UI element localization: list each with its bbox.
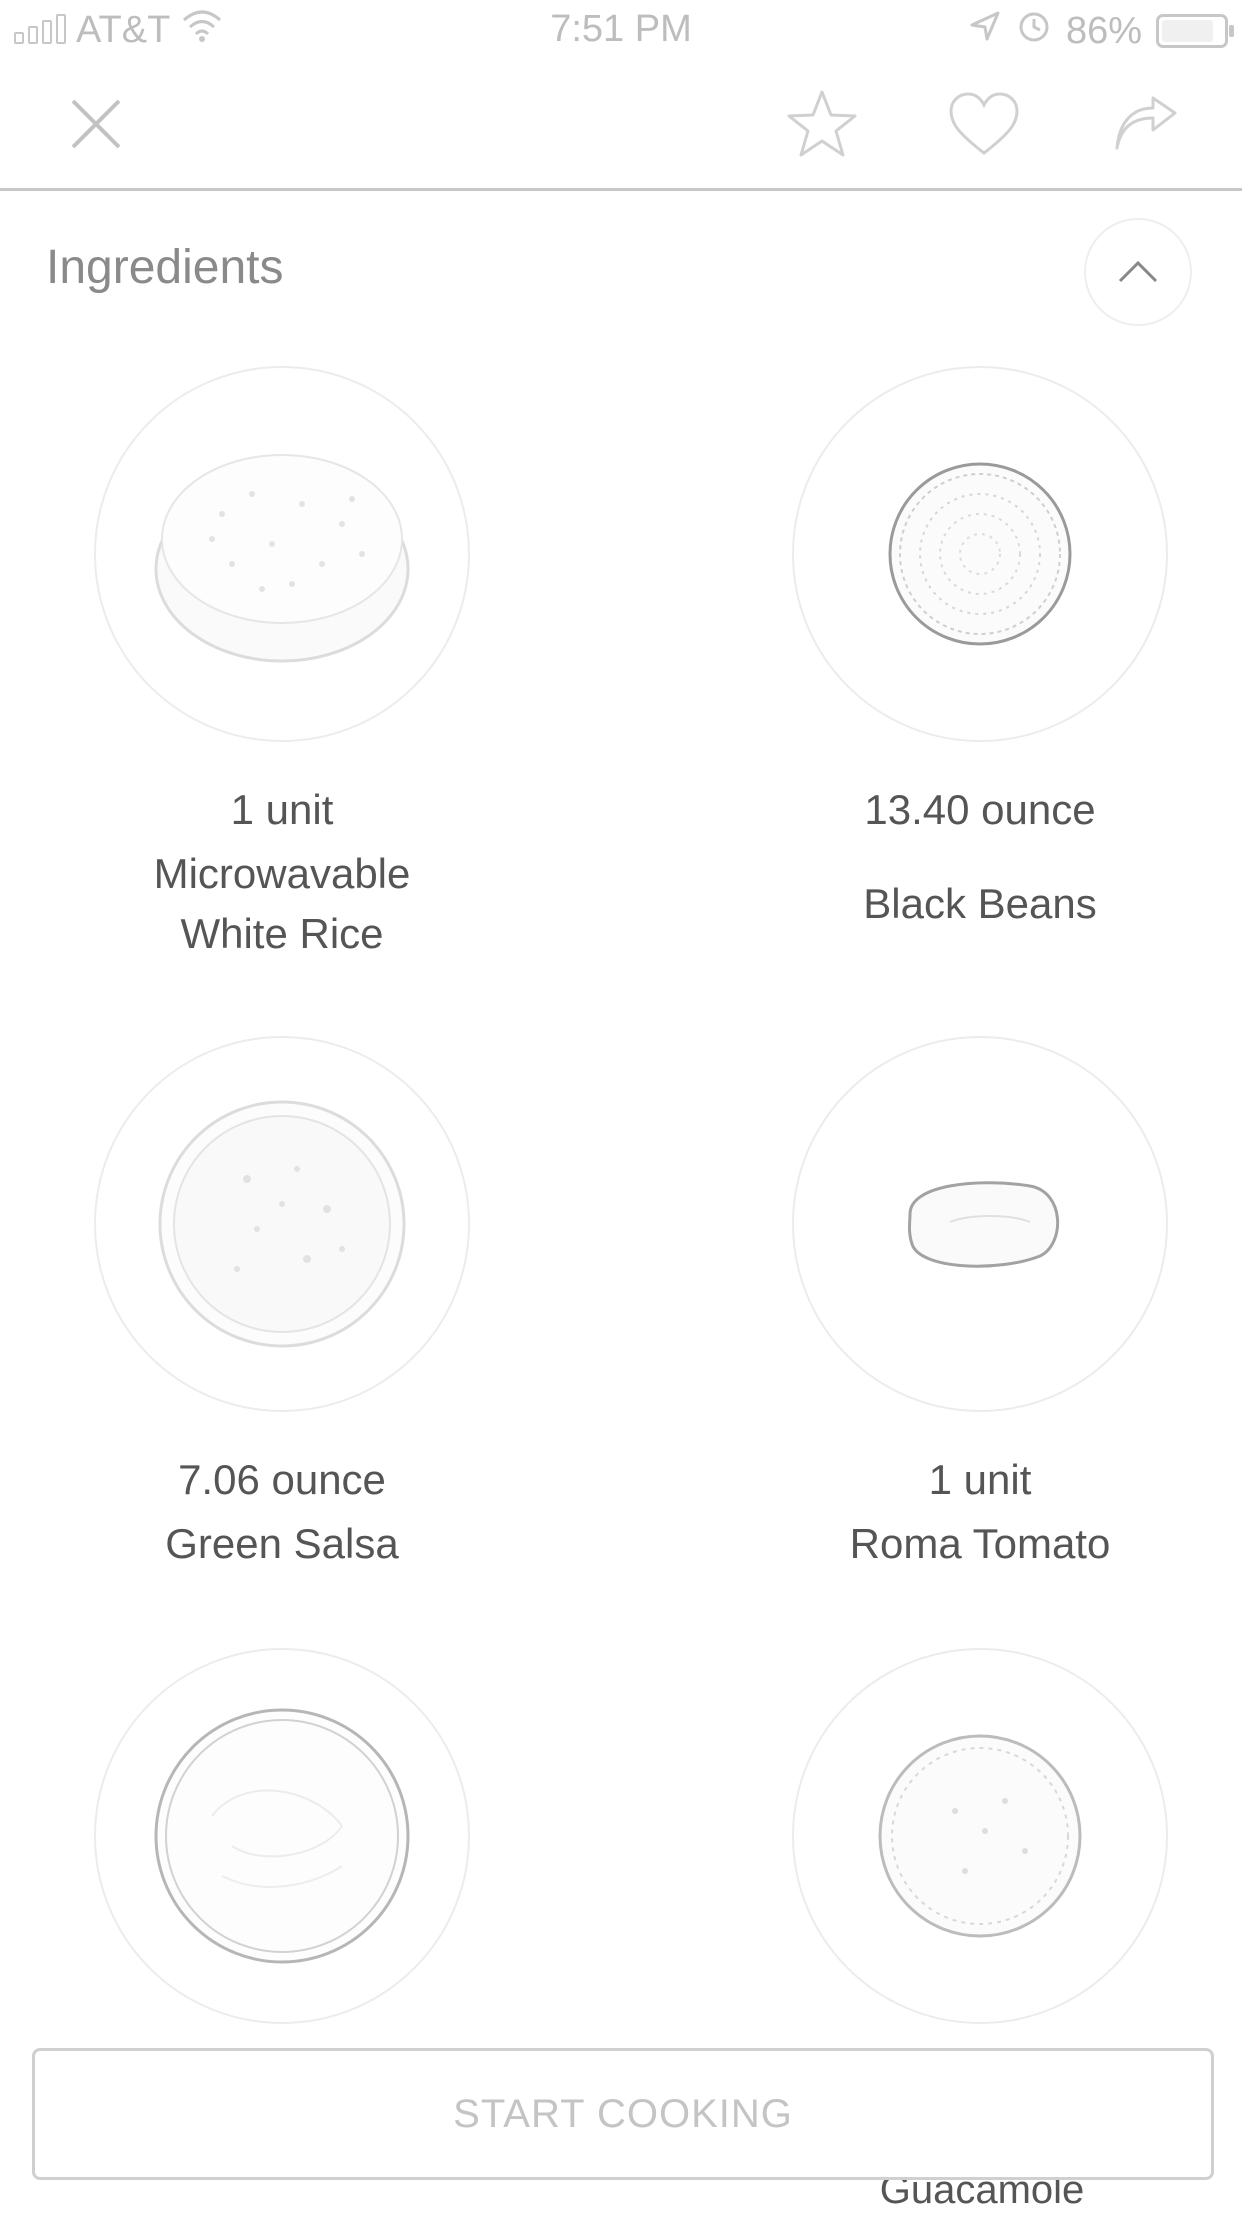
ingredient-image-guacamole <box>792 1648 1168 2024</box>
ingredient-image-5 <box>94 1648 470 2024</box>
location-icon <box>968 9 1002 53</box>
ingredient-item-guacamole[interactable] <box>700 1648 1242 2024</box>
share-icon <box>1115 96 1177 150</box>
ingredient-image-black-beans <box>792 366 1168 742</box>
status-bar: AT&T 7:51 PM 86% <box>0 0 1242 60</box>
ingredient-quantity: 1 unit <box>928 1456 1032 1503</box>
ingredient-name: Green Salsa <box>165 1520 399 1567</box>
ingredient-item-green-salsa[interactable]: 7.06 ounce Green Salsa <box>2 1036 562 1574</box>
favorite-button[interactable] <box>782 84 862 164</box>
heart-icon <box>949 92 1019 155</box>
ingredient-name: Black Beans <box>863 880 1097 927</box>
share-button[interactable] <box>1106 84 1186 164</box>
collapse-ingredients-button[interactable] <box>1084 218 1192 326</box>
close-button[interactable] <box>56 84 136 164</box>
start-cooking-button[interactable]: START COOKING <box>32 2048 1214 2180</box>
ingredient-image-roma-tomato <box>792 1036 1168 1412</box>
ingredient-image-green-salsa <box>94 1036 470 1412</box>
ingredient-quantity: 13.40 ounce <box>864 786 1096 833</box>
status-right-group: 86% <box>968 8 1234 54</box>
ingredient-name: Microwavable White Rice <box>153 850 411 957</box>
ingredient-quantity: 1 unit <box>230 786 334 833</box>
close-icon <box>71 99 121 149</box>
ingredient-image-white-rice <box>94 366 470 742</box>
ingredients-title: Ingredients <box>46 241 284 294</box>
top-nav-bar <box>0 60 1242 191</box>
ingredient-name: Roma Tomato <box>849 1520 1111 1567</box>
ingredient-item-roma-tomato[interactable]: 1 unit Roma Tomato <box>700 1036 1242 1574</box>
star-icon <box>787 90 857 157</box>
ingredient-item-white-rice[interactable]: 1 unit Microwavable White Rice <box>2 366 562 964</box>
ingredient-quantity: 7.06 ounce <box>178 1456 386 1503</box>
chevron-up-icon <box>1118 260 1158 283</box>
battery-icon <box>1156 14 1234 48</box>
ingredient-item-black-beans[interactable]: 13.40 ounce Black Beans <box>700 366 1242 934</box>
ingredient-item-5[interactable] <box>2 1648 562 2024</box>
battery-percent: 86% <box>1065 9 1142 52</box>
like-button[interactable] <box>944 84 1024 164</box>
alarm-icon <box>1016 8 1052 54</box>
